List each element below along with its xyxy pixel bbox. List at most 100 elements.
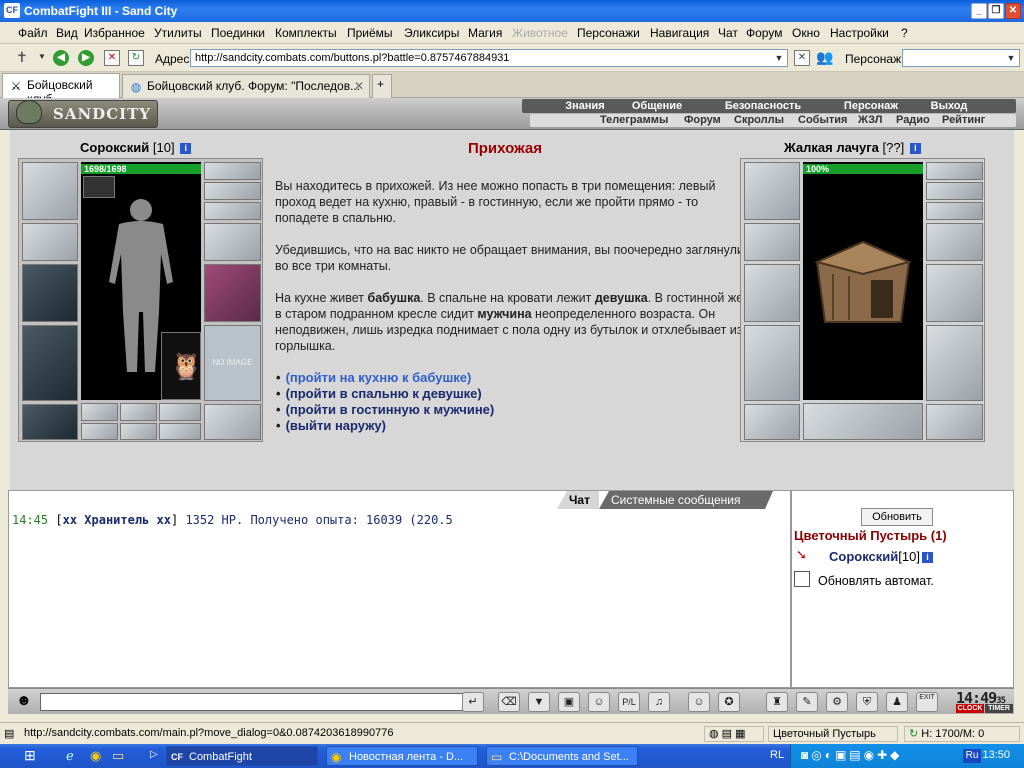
refresh-icon[interactable]: ↻ [128,50,144,66]
pin-icon[interactable]: ✝ [16,49,28,66]
helmet-slot[interactable] [22,162,78,220]
new-tab-button[interactable]: + [372,74,392,98]
address-dropdown-icon[interactable]: ▼ [772,51,786,65]
rune-slot-4[interactable] [81,423,118,440]
rune-slot-1[interactable] [81,403,118,421]
rune-slot-3[interactable] [159,403,201,421]
nav-exit[interactable]: Выход [924,100,974,113]
nav-rating[interactable]: Рейтинг [942,114,985,127]
tab-close-icon[interactable]: ✕ [354,79,364,93]
quicklaunch-arrow-icon[interactable]: ▷ [150,749,158,760]
enemy-ornament-slot[interactable] [803,403,923,440]
belt-slot[interactable] [22,404,78,440]
forward-icon[interactable]: ▶ [78,50,94,66]
enemy-gloves-slot[interactable] [926,223,983,261]
folder-icon[interactable]: ▭ [112,748,124,764]
choice-kitchen[interactable]: • (пройти на кухню к бабушке) [276,370,471,385]
minimize-button[interactable]: _ [971,3,987,19]
player-info-icon[interactable]: i [180,143,192,154]
tray-icons[interactable]: ◙◎◐▣▤◉✚◆ [801,748,902,762]
ie-icon[interactable]: ℯ [66,748,74,764]
menu-navigation[interactable]: Навигация [650,26,709,40]
tab-fight-club[interactable]: ⚔ Бойцовский клуб [2,73,120,106]
back-icon[interactable]: ◀ [53,50,69,66]
no-image-slot[interactable]: NO IMAGE [204,325,261,401]
location-player-name[interactable]: Сорокский [829,549,898,564]
amulet-slot[interactable] [83,176,115,198]
menu-window[interactable]: Окно [792,26,820,40]
nav-zhzl[interactable]: ЖЗЛ [858,114,882,127]
windows-start-icon[interactable]: ⊞ [24,747,36,764]
nav-radio[interactable]: Радио [896,114,930,127]
refresh-button[interactable]: Обновить [861,508,933,526]
clear-icon[interactable]: ✕ [794,50,810,66]
enemy-earring-slot[interactable] [926,162,983,180]
exit-icon[interactable]: EXIT [916,692,938,712]
eraser-icon[interactable]: ⌫ [498,692,520,712]
menu-forum[interactable]: Форум [746,26,782,40]
speaker-head-icon[interactable]: ☻ [16,692,32,709]
person-icon[interactable]: ☺ [588,692,610,712]
pin-dropdown-icon[interactable]: ▼ [38,52,46,61]
language-indicator[interactable]: RL [770,749,784,761]
map-icon[interactable]: ⚙ [826,692,848,712]
timer-label[interactable]: TIMER [985,704,1013,713]
address-input[interactable]: http://sandcity.combats.com/buttons.pl?b… [190,49,788,67]
enemy-bracers-slot[interactable] [744,223,800,261]
menu-characters[interactable]: Персонажи [577,26,640,40]
enemy-armor-slot[interactable] [744,325,800,401]
menu-utilities[interactable]: Утилиты [154,26,202,40]
menu-help[interactable]: ? [901,26,908,40]
fight-arrow-icon[interactable]: ➘ [796,547,807,563]
weapon-slot[interactable] [22,264,78,322]
choice-exit[interactable]: • (выйти наружу) [276,418,386,433]
enemy-necklace-slot[interactable] [926,182,983,200]
menu-settings[interactable]: Настройки [830,26,889,40]
nav-social[interactable]: Общение [624,100,690,113]
chat-tab-chat[interactable]: Чат [557,491,599,509]
menu-favorites[interactable]: Избранное [84,26,145,40]
nav-knowledge[interactable]: Знания [560,100,610,113]
enemy-weapon-slot[interactable] [744,264,800,322]
task-news-feed[interactable]: ◉ Новостная лента - D... [326,746,478,766]
auto-refresh-checkbox[interactable] [794,571,810,587]
rune-slot-6[interactable] [159,423,201,440]
choice-bedroom[interactable]: • (пройти в спальню к девушке) [276,386,482,401]
persons-icon[interactable]: 👥 [816,49,833,66]
menu-sets[interactable]: Комплекты [275,26,337,40]
location-player-info-icon[interactable]: i [921,552,933,563]
task-combatfight[interactable]: CF CombatFight [166,746,318,766]
send-icon[interactable]: ↵ [462,692,484,712]
task-explorer[interactable]: ▭ C:\Documents and Set... [486,746,638,766]
persona-select[interactable]: ▼ [902,49,1020,67]
shield-icon[interactable]: ⛨ [856,692,878,712]
earring-slot[interactable] [204,162,261,180]
ru-language-icon[interactable]: Ru [963,749,981,763]
refresh-small-icon[interactable]: ↻ [909,728,921,740]
enemy-shield-slot[interactable] [926,264,983,322]
tab-forum[interactable]: ◍ Бойцовский клуб. Форум: "Последов... ✕ [122,74,370,98]
scroll-icon[interactable]: ✎ [796,692,818,712]
pet-slot[interactable]: 🦉 [161,332,202,400]
nav-telegrams[interactable]: Телеграммы [600,114,668,127]
rings-slot[interactable] [204,202,261,220]
player-name[interactable]: Сорокский [80,140,149,155]
save-icon[interactable]: ▣ [558,692,580,712]
boots-slot[interactable] [204,404,261,440]
menu-view[interactable]: Вид [56,26,78,40]
enemy-boots-slot[interactable] [926,404,983,440]
enemy-info-icon[interactable]: i [909,143,921,154]
sound-icon[interactable]: ♫ [648,692,670,712]
nav-scrolls[interactable]: Скроллы [734,114,784,127]
choice-living-room[interactable]: • (пройти в гостинную к мужчине) [276,402,494,417]
maximize-button[interactable]: ❐ [988,3,1004,19]
enemy-rings-slot[interactable] [926,202,983,220]
close-button[interactable]: ✕ [1005,3,1021,19]
clock-label[interactable]: CLOCK [956,704,984,713]
smiley-icon[interactable]: ☺ [688,692,710,712]
rune-slot-2[interactable] [120,403,157,421]
bracers-slot[interactable] [22,223,78,261]
gloves-slot[interactable] [204,223,261,261]
chat-input[interactable] [40,693,466,711]
stop-icon[interactable]: ✕ [104,50,120,66]
